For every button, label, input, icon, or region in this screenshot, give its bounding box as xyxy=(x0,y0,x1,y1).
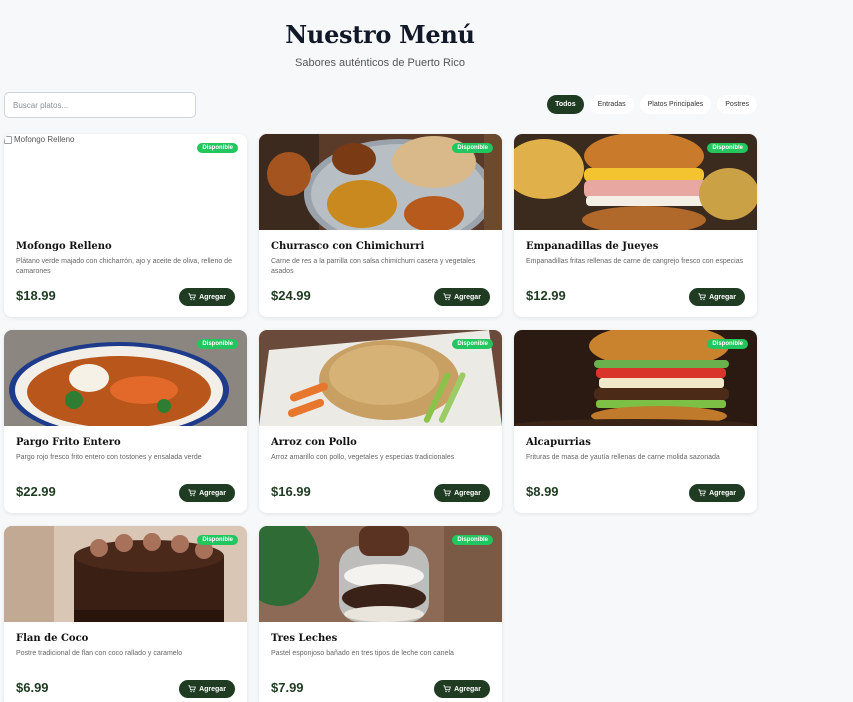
add-label: Agregar xyxy=(454,489,481,497)
dish-price: $8.99 xyxy=(526,484,559,499)
menu-card: Disponible Tres Leches Pastel esponjoso … xyxy=(259,526,502,702)
filter-postres[interactable]: Postres xyxy=(717,95,757,114)
add-to-cart-button[interactable]: Agregar xyxy=(434,484,490,502)
status-badge: Disponible xyxy=(197,535,238,545)
add-label: Agregar xyxy=(199,489,226,497)
dish-image: Disponible xyxy=(259,134,502,230)
dish-image: Disponible xyxy=(514,330,757,426)
status-badge: Disponible xyxy=(452,535,493,545)
status-badge: Disponible xyxy=(197,339,238,349)
filter-todos[interactable]: Todos xyxy=(547,95,584,114)
dish-price: $7.99 xyxy=(271,680,304,695)
menu-card: Mofongo Relleno Disponible Mofongo Relle… xyxy=(4,134,247,317)
page-title: Nuestro Menú xyxy=(285,20,475,49)
add-label: Agregar xyxy=(709,489,736,497)
dish-description: Pargo rojo fresco frito entero con tosto… xyxy=(16,454,202,461)
filter-platos-principales[interactable]: Platos Principales xyxy=(639,95,712,114)
image-alt-text: Mofongo Relleno xyxy=(14,135,75,144)
dish-name: Empanadillas de Jueyes xyxy=(526,241,659,252)
dish-name: Churrasco con Chimichurri xyxy=(271,241,425,252)
dish-name: Alcapurrias xyxy=(526,437,591,448)
cart-icon xyxy=(188,489,196,497)
add-to-cart-button[interactable]: Agregar xyxy=(179,680,235,698)
dish-image: Disponible xyxy=(4,330,247,426)
category-filters: Todos Entradas Platos Principales Postre… xyxy=(547,95,757,114)
cart-icon xyxy=(698,489,706,497)
add-to-cart-button[interactable]: Agregar xyxy=(179,484,235,502)
status-badge: Disponible xyxy=(452,143,493,153)
add-label: Agregar xyxy=(454,685,481,693)
menu-card: Disponible Empanadillas de Jueyes Empana… xyxy=(514,134,757,317)
add-to-cart-button[interactable]: Agregar xyxy=(434,288,490,306)
filter-entradas[interactable]: Entradas xyxy=(589,95,634,114)
add-to-cart-button[interactable]: Agregar xyxy=(689,484,745,502)
page-subtitle: Sabores auténticos de Puerto Rico xyxy=(295,57,465,69)
menu-card: Disponible Pargo Frito Entero Pargo rojo… xyxy=(4,330,247,513)
dish-price: $18.99 xyxy=(16,288,56,303)
dish-description: Plátano verde majado con chicharrón, ajo… xyxy=(16,258,232,275)
status-badge: Disponible xyxy=(707,143,748,153)
menu-header: Nuestro Menú Sabores auténticos de Puert… xyxy=(0,20,760,69)
search-input[interactable] xyxy=(4,92,196,118)
add-label: Agregar xyxy=(199,685,226,693)
menu-card: Disponible Churrasco con Chimichurri Car… xyxy=(259,134,502,317)
dish-description: Pastel esponjoso bañado en tres tipos de… xyxy=(271,650,454,657)
cart-icon xyxy=(188,685,196,693)
dish-name: Arroz con Pollo xyxy=(271,437,357,448)
dish-price: $12.99 xyxy=(526,288,566,303)
dish-description: Arroz amarillo con pollo, vegetales y es… xyxy=(271,454,455,461)
dish-name: Pargo Frito Entero xyxy=(16,437,121,448)
add-label: Agregar xyxy=(454,293,481,301)
cart-icon xyxy=(443,293,451,301)
dish-name: Flan de Coco xyxy=(16,633,89,644)
menu-card: Disponible Arroz con Pollo Arroz amarill… xyxy=(259,330,502,513)
add-to-cart-button[interactable]: Agregar xyxy=(689,288,745,306)
add-label: Agregar xyxy=(709,293,736,301)
dish-name: Tres Leches xyxy=(271,633,338,644)
status-badge: Disponible xyxy=(197,143,238,153)
dish-description: Carne de res a la parrilla con salsa chi… xyxy=(271,258,476,275)
menu-card: Disponible Flan de Coco Postre tradicion… xyxy=(4,526,247,702)
dish-image: Disponible xyxy=(4,526,247,622)
menu-card: Disponible Alcapurrias Frituras de masa … xyxy=(514,330,757,513)
dish-description: Empanadillas fritas rellenas de carne de… xyxy=(526,258,744,265)
status-badge: Disponible xyxy=(452,339,493,349)
dish-price: $16.99 xyxy=(271,484,311,499)
dish-description: Postre tradicional de flan con coco rall… xyxy=(16,650,183,657)
broken-image-alt: Mofongo Relleno xyxy=(4,135,74,144)
dish-price: $6.99 xyxy=(16,680,49,695)
cart-icon xyxy=(188,293,196,301)
dish-description: Frituras de masa de yautía rellenas de c… xyxy=(526,454,720,461)
dish-image: Disponible xyxy=(259,330,502,426)
dish-image: Disponible xyxy=(514,134,757,230)
cart-icon xyxy=(698,293,706,301)
dish-price: $22.99 xyxy=(16,484,56,499)
cart-icon xyxy=(443,685,451,693)
dish-image: Disponible xyxy=(259,526,502,622)
dish-name: Mofongo Relleno xyxy=(16,241,112,252)
status-badge: Disponible xyxy=(707,339,748,349)
add-label: Agregar xyxy=(199,293,226,301)
add-to-cart-button[interactable]: Agregar xyxy=(179,288,235,306)
cart-icon xyxy=(443,489,451,497)
add-to-cart-button[interactable]: Agregar xyxy=(434,680,490,698)
menu-grid: Mofongo Relleno Disponible Mofongo Relle… xyxy=(4,134,757,702)
dish-image: Mofongo Relleno Disponible xyxy=(4,134,247,230)
broken-image-icon xyxy=(4,135,12,144)
dish-price: $24.99 xyxy=(271,288,311,303)
